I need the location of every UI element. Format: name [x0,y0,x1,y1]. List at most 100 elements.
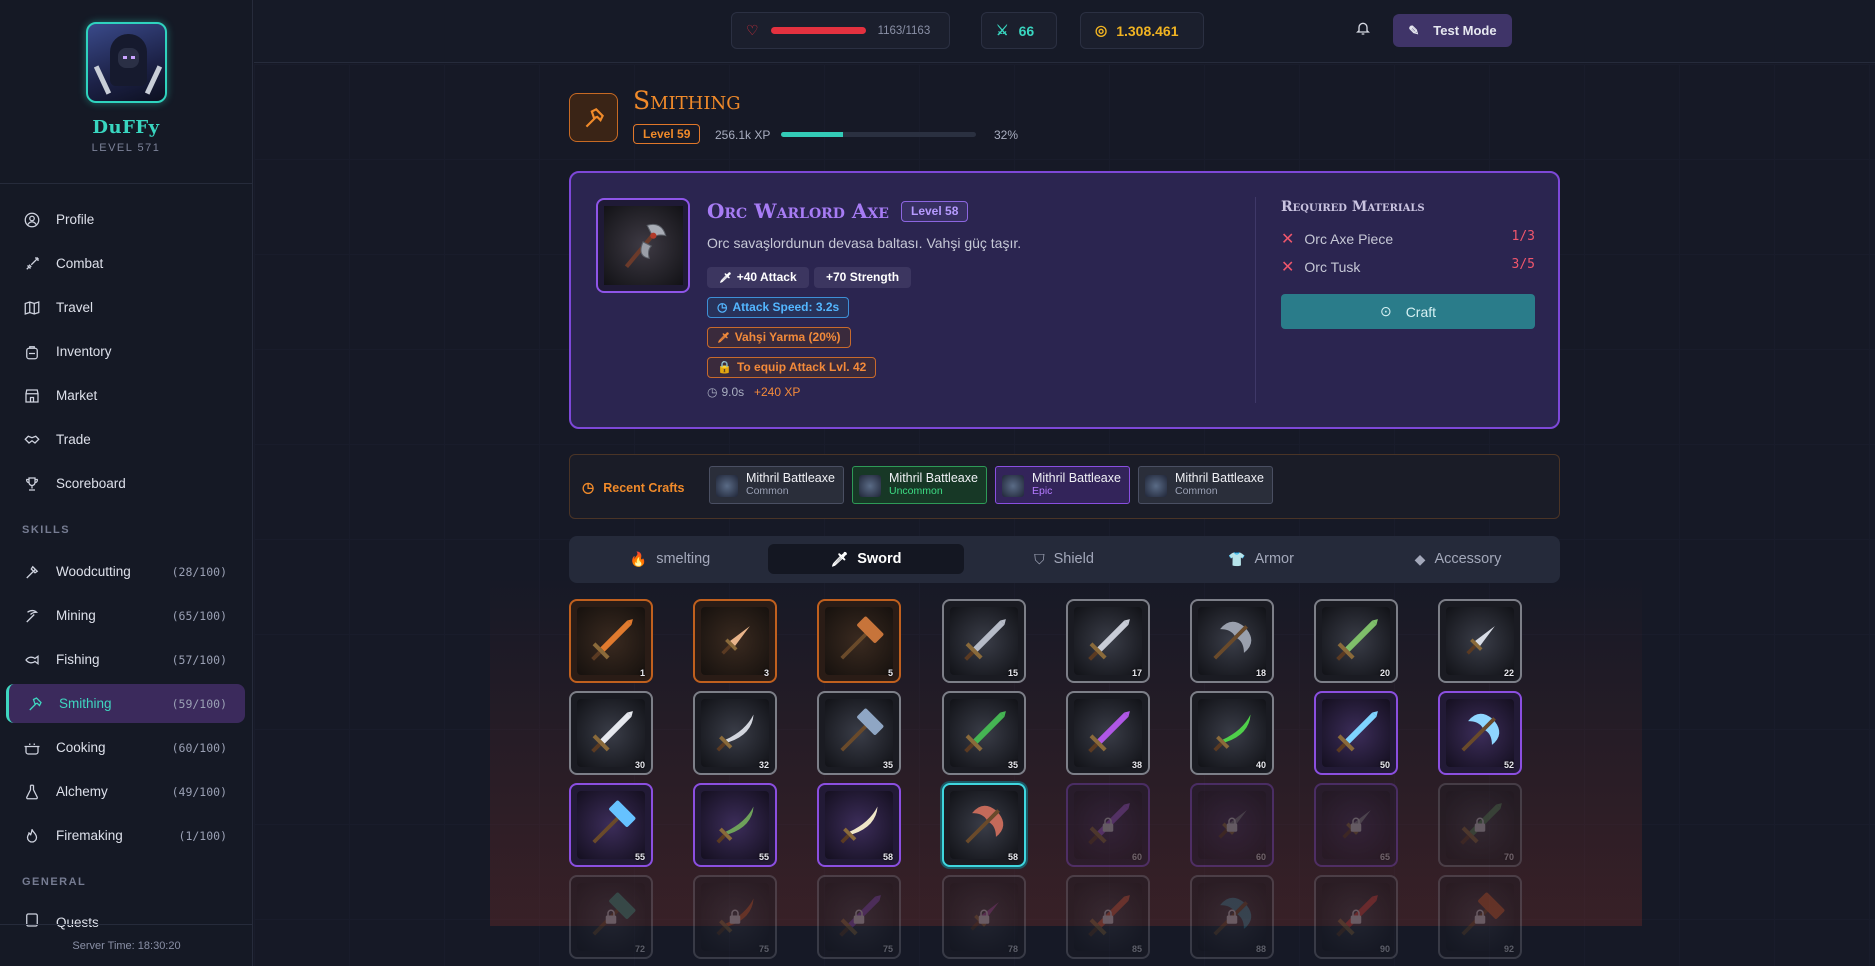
sidebar-item-combat[interactable]: Combat [6,244,245,283]
scimitar-item-slot[interactable]: 55 [693,783,777,867]
gold-indicator: ◎ 1.308.461 [1080,12,1204,49]
item-art [577,791,645,859]
skill-progress: (28/100) [171,564,227,579]
sword-item-slot[interactable]: 70 [1438,783,1522,867]
hammer-item-slot[interactable]: 5 [817,599,901,683]
sword-item-slot[interactable]: 17 [1066,599,1150,683]
pot-icon [22,738,42,758]
sidebar-item-inventory[interactable]: Inventory [6,332,245,371]
sword-item-slot[interactable]: 20 [1314,599,1398,683]
sword-item-slot[interactable]: 60 [1066,783,1150,867]
fish-icon [22,650,42,670]
category-tabs: 🔥 smelting 🗡 Sword ⛉ Shield 👕 Armor ◆ Accesso… [569,536,1560,583]
sidebar-item-firemaking[interactable]: Firemaking (1/100) [6,816,245,855]
dagger-item-slot[interactable]: 60 [1190,783,1274,867]
hammer-item-slot[interactable]: 72 [569,875,653,959]
sidebar-item-trade[interactable]: Trade [6,420,245,459]
dagger-item-slot[interactable]: 78 [942,875,1026,959]
sidebar-item-mining[interactable]: Mining (65/100) [6,596,245,635]
lock-icon [1226,909,1238,924]
sword-item-slot[interactable]: 85 [1066,875,1150,959]
sidebar-item-market[interactable]: Market [6,376,245,415]
stat-strength: +70 Strength [814,267,912,288]
sidebar-item-label: Firemaking [56,828,123,843]
material-name: Orc Axe Piece [1304,231,1394,247]
page-title: Smithing [633,86,741,115]
main-content: Smithing Level 59 256.1k XP 32% Orc Warl… [254,64,1875,966]
sidebar-item-label: Trade [56,432,91,447]
item-art [1074,607,1142,675]
recent-craft-name: Mithril Battleaxe [1032,471,1121,485]
sword-item-slot[interactable]: 38 [1066,691,1150,775]
item-art [701,607,769,675]
xp-text: 256.1k XP [715,128,771,142]
recent-crafts: ◷ Recent Crafts Mithril Battleaxe Common… [569,454,1560,519]
craft-button[interactable]: ⊙ Craft [1281,294,1535,329]
sword-item-slot[interactable]: 30 [569,691,653,775]
sidebar-item-woodcutting[interactable]: Woodcutting (28/100) [6,552,245,591]
equip-requirement-tag: 🔒 To equip Attack Lvl. 42 [707,357,877,378]
axe-item-slot[interactable]: 58 [942,783,1026,867]
item-level: 40 [1255,760,1266,770]
sidebar-item-smithing[interactable]: Smithing (59/100) [6,684,245,723]
hammer-item-slot[interactable]: 35 [817,691,901,775]
play-circle-icon: ⊙ [1379,303,1392,319]
lock-icon [1474,909,1486,924]
scimitar-item-slot[interactable]: 32 [693,691,777,775]
recent-craft-item[interactable]: Mithril Battleaxe Uncommon [852,466,987,504]
sword-item-slot[interactable]: 1 [569,599,653,683]
material-name: Orc Tusk [1304,259,1361,275]
tab-sword[interactable]: 🗡 Sword [768,544,964,574]
recent-craft-item[interactable]: Mithril Battleaxe Common [709,466,844,504]
tab-accessory[interactable]: ◆ Accessory [1360,544,1556,574]
item-art [1198,607,1266,675]
tab-smelting[interactable]: 🔥 smelting [572,544,768,574]
sidebar-item-cooking[interactable]: Cooking (60/100) [6,728,245,767]
item-level: 72 [634,944,645,954]
item-level: 65 [1379,852,1390,862]
dagger-icon [721,626,750,655]
dagger-item-slot[interactable]: 65 [1314,783,1398,867]
material-row: ✕ Orc Tusk 3/5 [1281,257,1535,279]
dagger-item-slot[interactable]: 22 [1438,599,1522,683]
sword-item-slot[interactable]: 35 [942,691,1026,775]
sidebar-item-scoreboard[interactable]: Scoreboard [6,464,245,503]
sidebar-item-alchemy[interactable]: Alchemy (49/100) [6,772,245,811]
axe-item-slot[interactable]: 88 [1190,875,1274,959]
sword-item-slot[interactable]: 15 [942,599,1026,683]
sword-item-slot[interactable]: 75 [817,875,901,959]
sidebar-item-label: Woodcutting [56,564,131,579]
recent-craft-item[interactable]: Mithril Battleaxe Epic [995,466,1130,504]
bell-icon[interactable] [1355,20,1373,40]
avatar[interactable] [85,22,167,103]
sidebar-item-label: Smithing [59,696,112,711]
item-level: 90 [1379,944,1390,954]
sword-icon: 🗡 [719,273,732,284]
sidebar-item-travel[interactable]: Travel [6,288,245,327]
item-art [1322,699,1390,767]
tab-shield[interactable]: ⛉ Shield [966,544,1162,574]
scimitar-item-slot[interactable]: 75 [693,875,777,959]
axe-item-slot[interactable]: 52 [1438,691,1522,775]
test-mode-button[interactable]: ✎ Test Mode [1393,14,1512,47]
sword-item-slot[interactable]: 50 [1314,691,1398,775]
skills-section-label: SKILLS [22,524,71,536]
dagger-item-slot[interactable]: 3 [693,599,777,683]
sword-item-slot[interactable]: 90 [1314,875,1398,959]
sidebar-item-fishing[interactable]: Fishing (57/100) [6,640,245,679]
topbar: ♡ 1163/1163 ⚔ 66 ◎ 1.308.461 ✎ Test Mode [254,0,1875,63]
tab-armor[interactable]: 👕 Armor [1163,544,1359,574]
tab-label: Sword [857,551,902,567]
hammer-item-slot[interactable]: 55 [569,783,653,867]
axe-item-slot[interactable]: 18 [1190,599,1274,683]
scimitar-item-slot[interactable]: 40 [1190,691,1274,775]
sidebar-item-profile[interactable]: Profile [6,200,245,239]
recent-craft-item[interactable]: Mithril Battleaxe Common [1138,466,1273,504]
craft-item-level: Level 58 [901,201,969,222]
card-divider [1255,197,1256,403]
hammer-item-slot[interactable]: 92 [1438,875,1522,959]
scimitar-item-slot[interactable]: 58 [817,783,901,867]
sword-icon [22,254,42,274]
combat-value: 66 [1018,22,1035,39]
item-level: 35 [882,760,893,770]
